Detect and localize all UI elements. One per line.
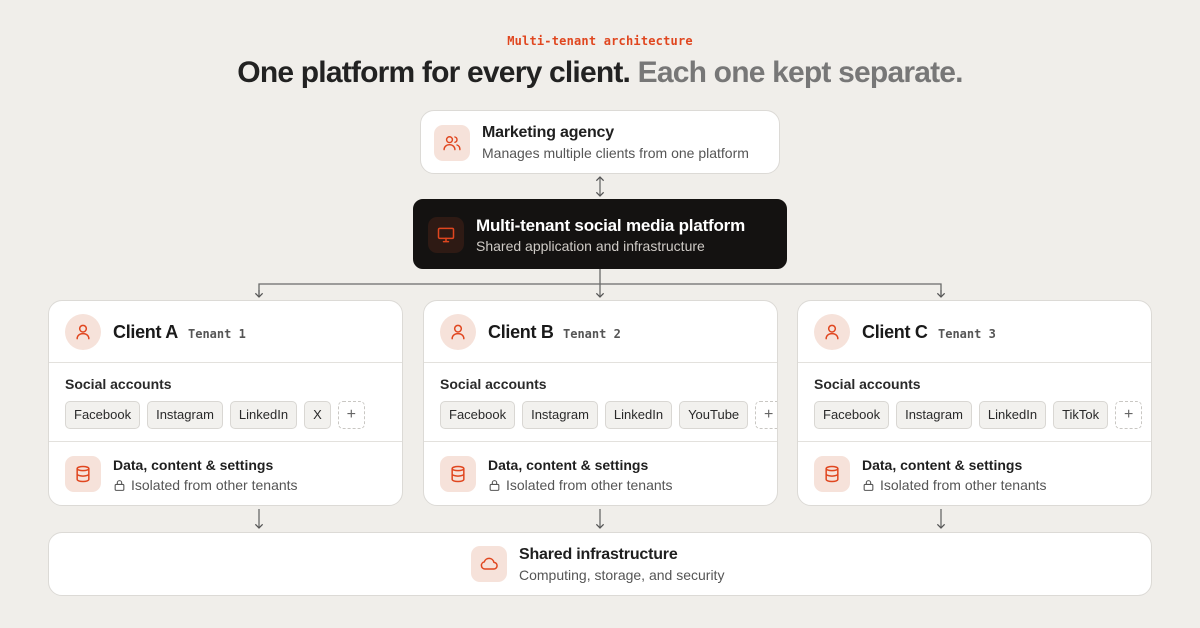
chip-facebook[interactable]: Facebook xyxy=(814,401,890,429)
isolation-text: Isolated from other tenants xyxy=(131,477,298,493)
social-accounts-label: Social accounts xyxy=(440,376,547,392)
headline-muted: Each one kept separate. xyxy=(637,56,964,89)
lock-icon xyxy=(114,479,125,491)
eyebrow-label: Multi-tenant architecture xyxy=(507,34,693,48)
client-name: Client B xyxy=(488,322,554,342)
infra-subtitle: Computing, storage, and security xyxy=(519,567,725,583)
plus-icon: + xyxy=(346,406,356,423)
infrastructure-card: Shared infrastructure Computing, storage… xyxy=(48,532,1152,596)
chip-tiktok[interactable]: TikTok xyxy=(1053,401,1109,429)
lock-icon xyxy=(863,479,874,491)
data-title: Data, content & settings xyxy=(113,457,274,473)
data-section: Data, content & settings Isolated from o… xyxy=(49,441,402,505)
agency-card: Marketing agency Manages multiple client… xyxy=(420,110,780,174)
add-account-button[interactable]: + xyxy=(755,401,777,429)
database-icon xyxy=(814,456,850,492)
platform-subtitle: Shared application and infrastructure xyxy=(476,238,705,254)
data-title: Data, content & settings xyxy=(488,457,649,473)
chip-instagram[interactable]: Instagram xyxy=(522,401,598,429)
branch-bar xyxy=(258,283,942,297)
client-header: Client A Tenant 1 xyxy=(49,301,402,363)
add-account-button[interactable]: + xyxy=(1115,401,1143,429)
social-account-chips: Facebook Instagram LinkedIn YouTube + xyxy=(440,401,777,429)
database-icon xyxy=(440,456,476,492)
database-icon xyxy=(65,456,101,492)
data-section: Data, content & settings Isolated from o… xyxy=(424,441,777,505)
headline: One platform for every client. Each one … xyxy=(0,56,1200,90)
social-accounts-label: Social accounts xyxy=(814,376,921,392)
chip-facebook[interactable]: Facebook xyxy=(440,401,516,429)
lock-icon xyxy=(489,479,500,491)
user-icon xyxy=(814,314,850,350)
agency-subtitle: Manages multiple clients from one platfo… xyxy=(482,145,749,161)
add-account-button[interactable]: + xyxy=(337,401,365,429)
user-icon xyxy=(440,314,476,350)
users-icon xyxy=(434,125,470,161)
tenant-label: Tenant 1 xyxy=(188,327,246,341)
client-header: Client C Tenant 3 xyxy=(798,301,1151,363)
isolation-text: Isolated from other tenants xyxy=(506,477,673,493)
headline-main: One platform for every client. xyxy=(237,56,631,89)
client-name: Client A xyxy=(113,322,178,342)
plus-icon: + xyxy=(763,406,774,423)
tenant-label: Tenant 2 xyxy=(563,327,621,341)
tenant-label: Tenant 3 xyxy=(938,327,996,341)
platform-card: Multi-tenant social media platform Share… xyxy=(413,199,787,269)
agency-title: Marketing agency xyxy=(482,124,614,141)
social-account-chips: Facebook Instagram LinkedIn TikTok + xyxy=(814,401,1143,429)
isolation-note: Isolated from other tenants xyxy=(113,477,298,493)
data-section: Data, content & settings Isolated from o… xyxy=(798,441,1151,505)
chip-x[interactable]: X xyxy=(304,401,331,429)
plus-icon: + xyxy=(1123,406,1134,423)
social-account-chips: Facebook Instagram LinkedIn X + xyxy=(65,401,365,429)
chip-linkedin[interactable]: LinkedIn xyxy=(229,401,298,429)
monitor-icon xyxy=(428,217,464,253)
platform-title: Multi-tenant social media platform xyxy=(476,216,746,235)
data-title: Data, content & settings xyxy=(862,457,1023,473)
isolation-note: Isolated from other tenants xyxy=(862,477,1047,493)
chip-linkedin[interactable]: LinkedIn xyxy=(604,401,673,429)
user-icon xyxy=(65,314,101,350)
client-card-a: Client A Tenant 1 Social accounts Facebo… xyxy=(48,300,403,506)
infra-title: Shared infrastructure xyxy=(519,546,678,563)
client-card-b: Client B Tenant 2 Social accounts Facebo… xyxy=(423,300,778,506)
chip-facebook[interactable]: Facebook xyxy=(65,401,141,429)
isolation-text: Isolated from other tenants xyxy=(880,477,1047,493)
client-header: Client B Tenant 2 xyxy=(424,301,777,363)
client-card-c: Client C Tenant 3 Social accounts Facebo… xyxy=(797,300,1152,506)
chip-instagram[interactable]: Instagram xyxy=(147,401,223,429)
chip-instagram[interactable]: Instagram xyxy=(896,401,972,429)
cloud-icon xyxy=(471,546,507,582)
chip-linkedin[interactable]: LinkedIn xyxy=(978,401,1047,429)
social-accounts-label: Social accounts xyxy=(65,376,172,392)
chip-youtube[interactable]: YouTube xyxy=(679,401,749,429)
client-name: Client C xyxy=(862,322,928,342)
isolation-note: Isolated from other tenants xyxy=(488,477,673,493)
